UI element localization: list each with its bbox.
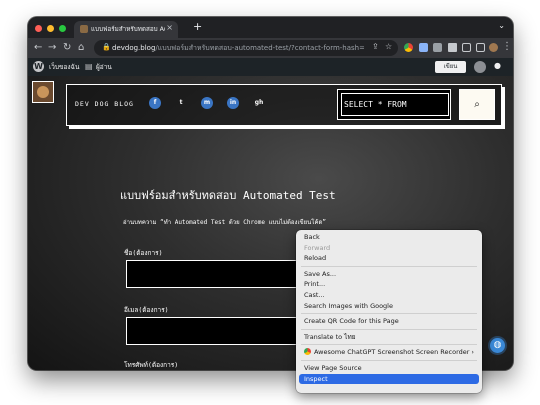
reload-icon[interactable]: ↻ (63, 42, 71, 53)
submenu-arrow-icon: › (471, 348, 474, 357)
url-text[interactable]: devdog.blog/แบบฟอร์มสำหรับทดสอบ-automate… (112, 43, 364, 54)
menu-item-print[interactable]: Print... (296, 279, 482, 290)
forward-arrow-icon[interactable]: → (48, 42, 56, 53)
side-panel-icon[interactable] (476, 43, 485, 52)
site-header: DEV DOG BLOG f t m in gh SELECT * FROM ⌕ (66, 84, 502, 126)
home-icon[interactable]: ⌂ (78, 42, 84, 53)
url-domain: devdog.blog (112, 44, 156, 52)
share-icon[interactable]: ⇪ (372, 42, 379, 51)
dog-logo-icon (37, 86, 49, 98)
tab-search-chevron-icon[interactable]: ⌄ (498, 21, 505, 30)
search-button[interactable]: ⌕ (459, 89, 495, 120)
lock-icon[interactable]: 🔒 (102, 43, 111, 51)
favicon-icon (80, 25, 88, 33)
write-label: เขียน (443, 63, 458, 70)
mastodon-icon[interactable]: m (201, 97, 213, 109)
menu-item-save-as[interactable]: Save As... (296, 269, 482, 280)
minimize-window-button[interactable] (47, 25, 54, 32)
extension-chatgpt-icon[interactable] (404, 43, 413, 52)
close-tab-icon[interactable]: × (166, 23, 173, 32)
translate-globe-icon[interactable]: ◍ (490, 338, 505, 353)
tumblr-icon[interactable]: t (175, 97, 187, 109)
phone-label: โทรศัพท์(ต้องการ) (124, 361, 179, 369)
page-subtitle[interactable]: อ่านบทความ “ทำ Automated Test ด้วย Chrom… (123, 217, 326, 227)
search-box: SELECT * FROM (337, 89, 451, 120)
menu-divider (301, 313, 477, 315)
page-title: แบบฟร์อมสำหรับทดสอบ Automated Test (120, 189, 336, 202)
github-icon[interactable]: gh (253, 97, 265, 109)
extensions-puzzle-icon[interactable] (448, 43, 457, 52)
menu-item-qr-code[interactable]: Create QR Code for this Page (296, 316, 482, 327)
back-arrow-icon[interactable]: ← (34, 42, 42, 53)
name-field[interactable] (126, 260, 316, 288)
close-window-button[interactable] (35, 25, 42, 32)
download-icon[interactable] (462, 43, 471, 52)
email-field[interactable] (126, 317, 316, 345)
menu-item-extension[interactable]: Awesome ChatGPT Screenshot Screen Record… (296, 347, 482, 358)
reader-icon[interactable]: ▤ (85, 62, 93, 71)
menu-item-forward[interactable]: Forward (296, 243, 482, 254)
user-avatar[interactable] (474, 61, 486, 73)
facebook-icon[interactable]: f (149, 97, 161, 109)
menu-divider (301, 265, 477, 267)
search-input[interactable]: SELECT * FROM (341, 93, 449, 116)
extension-icon[interactable] (419, 43, 428, 52)
menu-item-view-source[interactable]: View Page Source (296, 363, 482, 374)
menu-item-translate[interactable]: Translate to ไทย (296, 332, 482, 343)
menu-item-reload[interactable]: Reload (296, 253, 482, 264)
email-label: อีเมล(ต้องการ) (124, 306, 169, 314)
chatgpt-extension-icon (304, 348, 311, 356)
menu-divider (301, 344, 477, 346)
menu-divider (301, 359, 477, 361)
bookmark-star-icon[interactable]: ☆ (385, 42, 392, 51)
menu-item-inspect[interactable]: Inspect (299, 373, 479, 385)
menu-item-back[interactable]: Back (296, 232, 482, 243)
site-logo[interactable] (32, 81, 54, 103)
wp-admin-bar: W เว็บของฉัน ▤ ผู้อ่าน เขียน ● (28, 58, 513, 76)
site-brand[interactable]: DEV DOG BLOG (75, 100, 134, 108)
write-button[interactable]: เขียน (435, 61, 466, 73)
menu-item-search-images[interactable]: Search Images with Google (296, 301, 482, 312)
new-tab-icon[interactable]: + (193, 20, 202, 33)
menu-divider (301, 328, 477, 330)
maximize-window-button[interactable] (59, 25, 66, 32)
tab-active[interactable]: แบบฟอร์มสำหรับทดสอบ Automat × (74, 21, 178, 38)
tab-strip: แบบฟอร์มสำหรับทดสอบ Automat × + ⌄ (28, 17, 513, 38)
search-icon: ⌕ (474, 99, 480, 110)
chrome-menu-icon[interactable]: ⋮ (502, 41, 512, 52)
name-label: ชื่อ(ต้องการ) (124, 249, 163, 257)
context-menu: Back Forward Reload Save As... Print... … (296, 230, 482, 393)
admin-reader[interactable]: ผู้อ่าน (96, 62, 112, 72)
profile-avatar[interactable] (489, 43, 498, 52)
browser-toolbar: ← → ↻ ⌂ 🔒 devdog.blog/แบบฟอร์มสำหรับทดสอ… (28, 38, 513, 58)
url-path: /แบบฟอร์มสำหรับทดสอบ-automated-test/?con… (155, 44, 364, 52)
menu-item-cast[interactable]: Cast... (296, 290, 482, 301)
address-bar[interactable]: 🔒 devdog.blog/แบบฟอร์มสำหรับทดสอบ-automa… (94, 40, 398, 56)
admin-site-name[interactable]: เว็บของฉัน (49, 62, 79, 72)
wordpress-logo-icon[interactable]: W (33, 61, 44, 72)
notifications-bell-icon[interactable]: ● (494, 61, 501, 70)
extension-icon-2[interactable] (433, 43, 442, 52)
extension-label: Awesome ChatGPT Screenshot Screen Record… (314, 348, 470, 357)
tab-title: แบบฟอร์มสำหรับทดสอบ Automat (91, 26, 165, 33)
linkedin-icon[interactable]: in (227, 97, 239, 109)
